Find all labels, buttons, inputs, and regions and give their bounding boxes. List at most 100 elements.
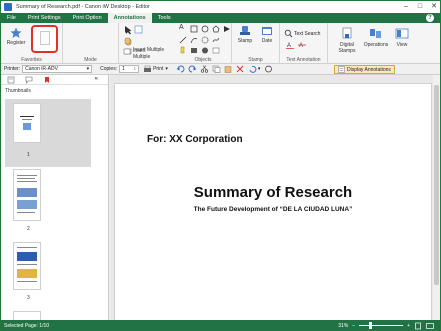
bookmarks-tab-icon[interactable] [43, 76, 51, 84]
zoom-slider-knob[interactable] [369, 322, 373, 329]
favorites-group-label: Favorites [21, 57, 42, 63]
pane-tabs: « [1, 75, 108, 85]
print-dropdown-icon[interactable]: ▾ [165, 66, 168, 72]
display-annotations-label: Display Annotations [347, 66, 391, 73]
favorites-slot-highlighted[interactable] [31, 25, 58, 53]
document-view: For: XX Corporation Summary of Research … [110, 75, 440, 323]
filled-polygon-icon[interactable] [212, 46, 220, 54]
zoom-out-icon[interactable]: – [352, 323, 355, 329]
pen-icon[interactable] [190, 36, 198, 44]
paste-icon[interactable] [224, 65, 233, 73]
maximize-icon[interactable]: □ [416, 2, 424, 12]
filled-circle-icon[interactable] [201, 46, 209, 54]
star-icon [10, 27, 22, 38]
arrow-line-icon[interactable] [223, 25, 231, 33]
date-stamp-icon [262, 27, 272, 35]
title-bar: Summary of Research.pdf - Canon iW Deskt… [1, 1, 440, 13]
thumbnail-page-2[interactable] [13, 169, 41, 221]
tab-file[interactable]: File [1, 13, 22, 23]
filled-rectangle-icon[interactable] [190, 46, 198, 54]
display-annotations-toggle[interactable]: Display Annotations [334, 65, 395, 74]
app-icon [4, 3, 12, 11]
date-label: Date [261, 38, 273, 44]
search-icon [284, 29, 293, 38]
stepper-icon: ↕ [133, 66, 137, 72]
thumbnail-page-1[interactable] [13, 103, 41, 143]
chevron-down-icon: ▾ [86, 66, 90, 72]
date-button[interactable]: Date [257, 25, 277, 44]
window-title: Summary of Research.pdf - Canon iW Deskt… [16, 4, 150, 10]
stamp-group-label: Stamp [248, 57, 263, 63]
app-window: Summary of Research.pdf - Canon iW Deskt… [0, 0, 441, 331]
thumbnails-tab-icon[interactable] [7, 76, 15, 84]
stamp-label: Stamp [237, 38, 253, 44]
printer-value: Canon iR-ADV [25, 66, 58, 72]
document-page: For: XX Corporation Summary of Research … [114, 83, 432, 323]
document-subtitle: The Future Development of “DE LA CIUDAD … [193, 206, 353, 213]
annotations-icon [338, 66, 345, 73]
print-toolbar: Printer: Canon iR-ADV ▾ Copies: 1 ↕ Prin… [1, 64, 440, 75]
thumbnail-list: 1 2 3 [1, 97, 95, 320]
digital-stamps-button[interactable]: Digital Stamps [334, 27, 360, 54]
svg-text:A: A [299, 43, 303, 49]
tab-annotations[interactable]: Annotations [107, 13, 152, 23]
copies-label: Copies: [100, 66, 118, 72]
zoom-in-icon[interactable]: + [407, 323, 410, 329]
fit-width-icon[interactable] [426, 322, 434, 330]
polygon-icon[interactable] [212, 25, 220, 33]
hand-tool-icon[interactable] [123, 36, 132, 45]
document-scroll-thumb[interactable] [434, 85, 439, 285]
register-label: Register [6, 40, 26, 46]
copies-stepper[interactable]: 1 ↕ [119, 65, 140, 73]
copy-icon[interactable] [212, 65, 221, 73]
undo-icon[interactable] [176, 65, 185, 73]
register-button[interactable]: Register [5, 27, 27, 46]
tab-print-option[interactable]: Print Option [67, 13, 108, 23]
redo-icon[interactable] [188, 65, 197, 73]
view-icon [395, 28, 409, 39]
cloud-icon[interactable] [201, 36, 209, 44]
thumbnail-page-4[interactable] [13, 311, 41, 320]
selected-page-status: Selected Page: 1/10 [4, 322, 50, 329]
text-box-icon[interactable]: A [179, 24, 184, 31]
line-icon[interactable] [179, 36, 187, 44]
single-page-view-icon[interactable] [414, 322, 422, 330]
objects-group-label: Objects [194, 57, 212, 63]
highlighter-icon[interactable] [179, 46, 187, 54]
insert-multiple-label[interactable]: Insert Multiple [133, 47, 164, 53]
stamp-button[interactable]: Stamp [235, 25, 255, 44]
zoom-slider[interactable] [359, 322, 404, 329]
pane-collapse-icon[interactable]: « [95, 76, 98, 82]
select-arrow-icon-2[interactable] [123, 25, 132, 34]
text-underline-icon[interactable]: A [286, 41, 295, 49]
rotate-icon[interactable] [248, 65, 257, 73]
operations-button[interactable]: Operations [361, 27, 391, 48]
printer-icon[interactable] [143, 65, 152, 73]
ellipse-icon[interactable] [201, 25, 209, 33]
help-icon[interactable]: ? [426, 14, 434, 22]
comments-tab-icon[interactable] [25, 76, 33, 84]
thumbnail-page-3[interactable] [13, 242, 41, 290]
curve-icon[interactable] [212, 36, 220, 44]
tab-tools[interactable]: Tools [152, 13, 177, 23]
ribbon: Register Favorites Mode Insert Multiple [1, 23, 440, 64]
printer-select[interactable]: Canon iR-ADV ▾ [22, 65, 93, 73]
minimize-icon[interactable]: – [402, 2, 410, 12]
favorites-group: Register Favorites [1, 23, 63, 64]
thumbnail-label-3: 3 [27, 295, 30, 301]
zoom-controls: 31% – + [338, 321, 434, 330]
refresh-icon[interactable] [264, 65, 273, 73]
rotate-dropdown-icon[interactable]: ▾ [258, 66, 261, 72]
tab-print-settings[interactable]: Print Settings [22, 13, 67, 23]
rectangle-icon[interactable] [190, 25, 198, 33]
text-search-button[interactable]: Text Search [284, 29, 320, 38]
print-button[interactable]: Print [153, 66, 163, 72]
view-button[interactable]: View [392, 27, 412, 48]
cut-icon[interactable] [200, 65, 209, 73]
text-strike-icon[interactable]: A [298, 41, 307, 49]
delete-icon[interactable] [236, 65, 245, 73]
document-scrollbar[interactable] [433, 75, 440, 320]
view-label: View [396, 42, 408, 48]
text-select-icon[interactable] [134, 25, 143, 34]
close-icon[interactable]: ✕ [430, 2, 438, 12]
